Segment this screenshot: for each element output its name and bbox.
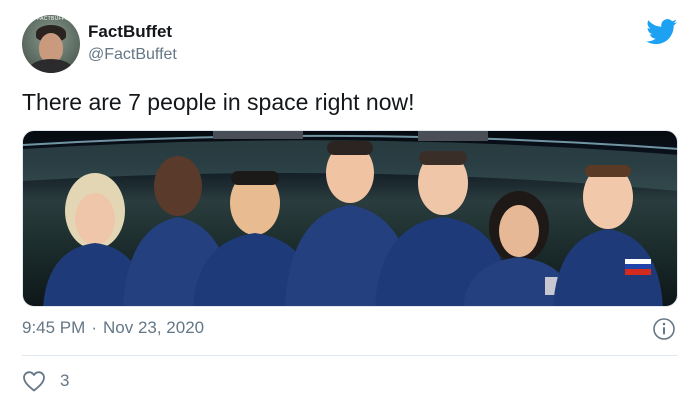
heart-icon — [23, 371, 45, 392]
tweet-date: Nov 23, 2020 — [102, 318, 205, 337]
avatar[interactable]: FACTBUFFET — [22, 15, 80, 73]
avatar-badge: FACTBUFFET — [37, 16, 73, 22]
tweet-time: 9:45 PM — [22, 318, 86, 337]
info-icon[interactable] — [652, 317, 676, 341]
twitter-bird-icon[interactable] — [646, 19, 678, 45]
divider — [22, 355, 678, 356]
timestamp-separator: · — [91, 318, 97, 337]
like-button[interactable]: 3 — [22, 368, 69, 394]
tweet-card: FACTBUFFET FactBuffet @FactBuffet There … — [0, 0, 700, 409]
author-handle[interactable]: @FactBuffet — [88, 46, 177, 64]
astronauts-photo — [23, 131, 677, 306]
tweet-text: There are 7 people in space right now! — [22, 89, 415, 115]
tweet-timestamp[interactable]: 9:45 PM · Nov 23, 2020 — [22, 318, 204, 338]
tweet-image[interactable] — [22, 130, 678, 307]
like-count: 3 — [60, 371, 70, 390]
author-name[interactable]: FactBuffet — [88, 22, 172, 42]
